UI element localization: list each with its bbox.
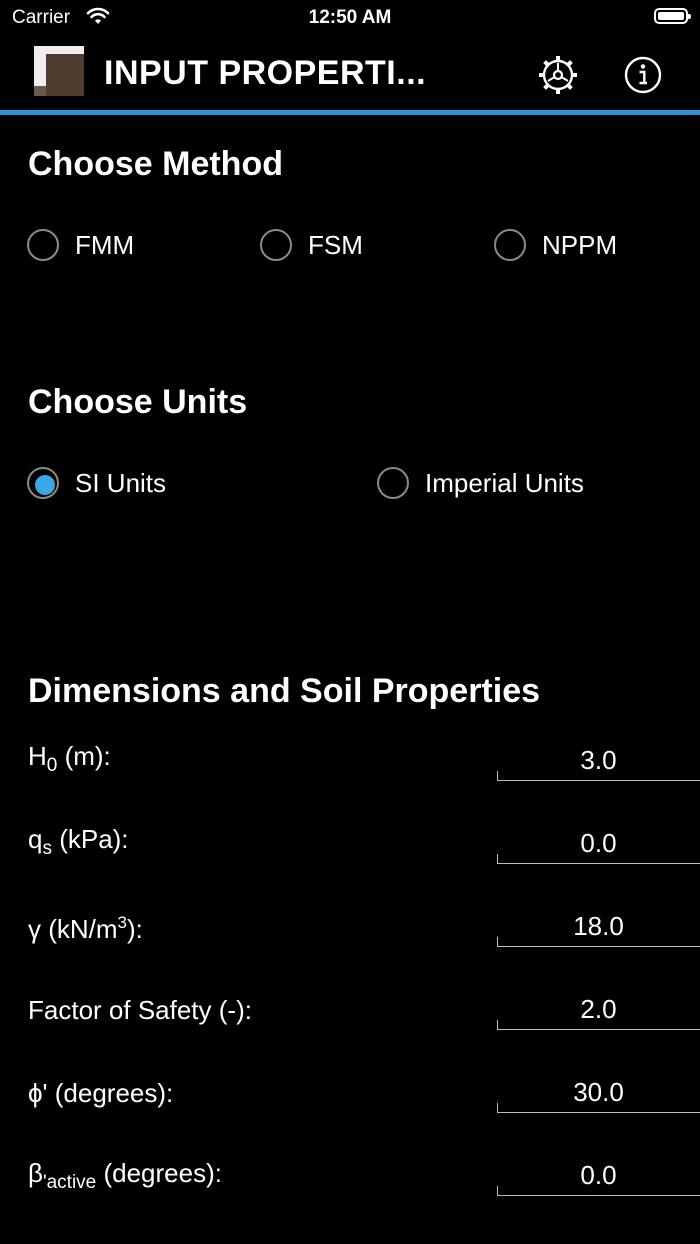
radio-circle-icon: [27, 229, 59, 261]
qs-field[interactable]: 0.0: [497, 826, 700, 864]
radio-label: Imperial Units: [425, 468, 584, 498]
radio-label: FSM: [308, 230, 363, 260]
radio-label: FMM: [75, 230, 135, 260]
choose-units-heading: Choose Units: [28, 383, 248, 421]
radio-circle-icon: [260, 229, 292, 261]
gamma-label: γ (kN/m3):: [28, 913, 143, 944]
app-header: INPUT PROPERTI...: [0, 36, 700, 110]
factor-of-safety-label: Factor of Safety (-):: [28, 995, 252, 1025]
factor-of-safety-field[interactable]: 2.0: [497, 992, 700, 1030]
beta-active-field[interactable]: 0.0: [497, 1158, 700, 1196]
radio-label: NPPM: [542, 230, 618, 260]
page-title: INPUT PROPERTI...: [104, 54, 427, 92]
radio-circle-icon: [494, 229, 526, 261]
phi-field[interactable]: 30.0: [497, 1075, 700, 1113]
qs-label: qs (kPa):: [28, 824, 129, 859]
radio-selected-dot: [35, 475, 55, 495]
header-divider: [0, 110, 700, 115]
info-icon[interactable]: [622, 54, 664, 96]
beta-active-label: β'active (degrees):: [28, 1158, 222, 1193]
radio-circle-icon: [27, 467, 59, 499]
choose-method-heading: Choose Method: [28, 145, 283, 183]
gear-icon[interactable]: [535, 52, 581, 98]
app-logo: [34, 46, 84, 96]
radio-label: SI Units: [75, 468, 167, 498]
h0-label: H0 (m):: [28, 741, 111, 776]
battery-icon: [654, 8, 691, 24]
phi-label: ϕ' (degrees):: [28, 1078, 174, 1108]
dimensions-heading: Dimensions and Soil Properties: [28, 672, 541, 710]
clock: 12:50 AM: [308, 7, 392, 28]
status-bar: Carrier 12:50 AM: [0, 0, 700, 36]
gamma-field[interactable]: 18.0: [497, 909, 700, 947]
radio-circle-icon: [377, 467, 409, 499]
h0-field[interactable]: 3.0: [497, 743, 700, 781]
